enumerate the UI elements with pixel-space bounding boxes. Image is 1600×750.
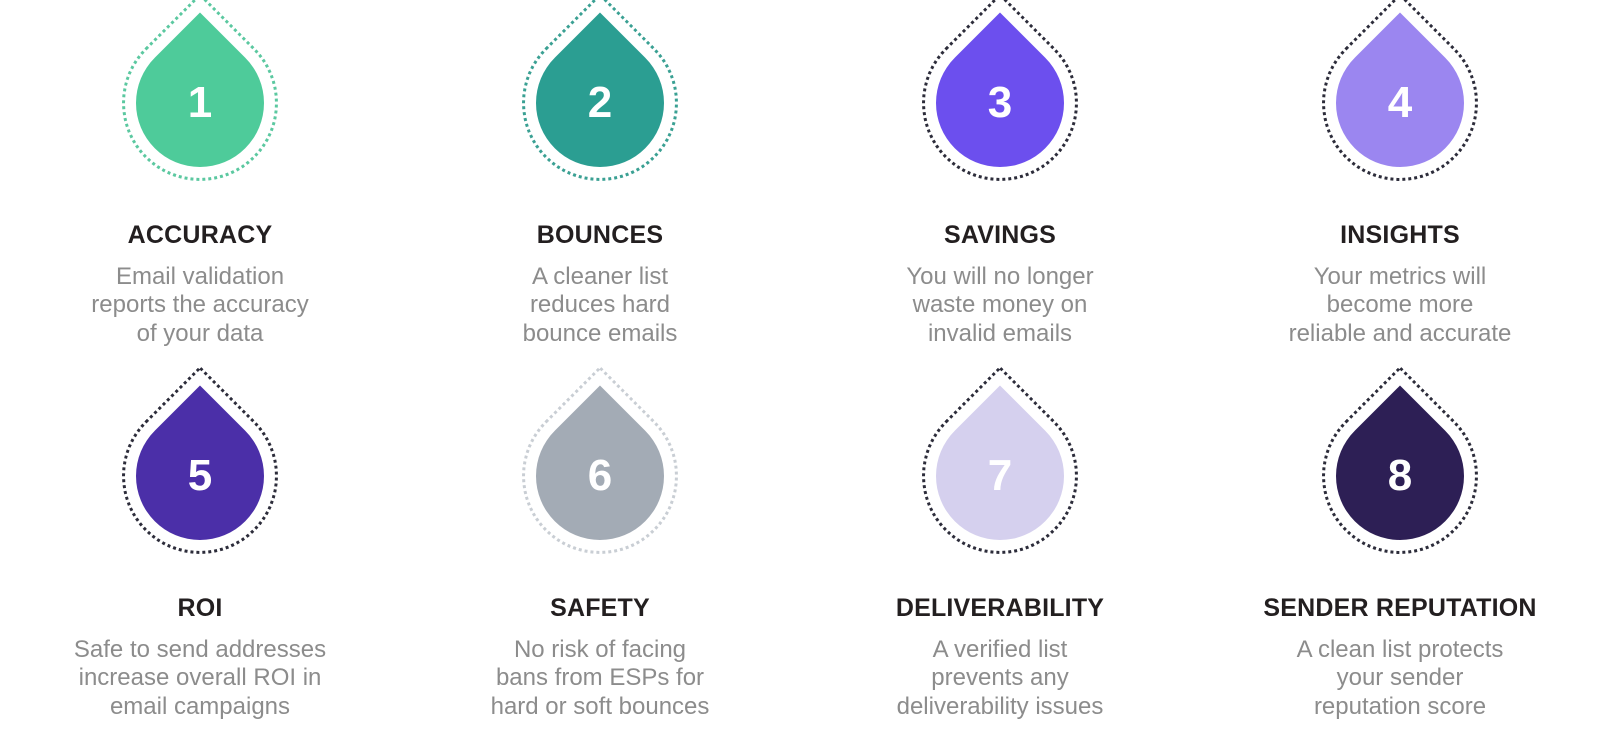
description-line: reliable and accurate <box>1288 320 1512 348</box>
benefit-title: BOUNCES <box>536 221 664 249</box>
benefit-description: Your metrics will become more reliable a… <box>1289 263 1512 349</box>
description-line: You will no longer <box>906 262 1094 290</box>
benefit-title: SENDER REPUTATION <box>1263 594 1537 622</box>
benefit-card-2[interactable]: 2 BOUNCES A cleaner list reduces hard bo… <box>400 0 800 383</box>
benefit-description: A clean list protects your sender reputa… <box>1297 636 1504 722</box>
benefit-description: A verified list prevents any deliverabil… <box>897 636 1104 722</box>
badge-number-label: 6 <box>587 451 613 500</box>
badge-1: 1 <box>89 0 311 214</box>
benefit-title: DELIVERABILITY <box>895 594 1105 622</box>
benefit-title: INSIGHTS <box>1340 221 1460 249</box>
benefit-title: ROI <box>177 594 223 622</box>
infographic-row-1: 1 ACCURACY Email validation reports the … <box>0 0 1600 383</box>
description-line: reputation score <box>1313 693 1487 721</box>
description-line: deliverability issues <box>896 693 1104 721</box>
description-line: reports the accuracy <box>91 291 309 319</box>
description-line: become more <box>1326 291 1474 319</box>
badge-8: 8 <box>1289 365 1511 587</box>
description-line: your sender <box>1336 664 1464 692</box>
badge-3: 3 <box>889 0 1111 214</box>
infographic-row-2: 5 ROI Safe to send addresses increase ov… <box>0 365 1600 748</box>
description-line: bounce emails <box>522 320 678 348</box>
badge-2: 2 <box>489 0 711 214</box>
badge-number-label: 2 <box>587 78 613 127</box>
description-line: email campaigns <box>109 693 291 721</box>
description-line: waste money on <box>912 291 1088 319</box>
badge-number-label: 3 <box>987 78 1013 127</box>
description-line: Your metrics will <box>1313 262 1487 290</box>
benefits-infographic: 1 ACCURACY Email validation reports the … <box>0 0 1600 750</box>
description-line: of your data <box>136 320 264 348</box>
benefit-title: SAFETY <box>550 594 650 622</box>
description-line: A cleaner list <box>531 262 669 290</box>
badge-5: 5 <box>89 365 311 587</box>
benefit-card-8[interactable]: 8 SENDER REPUTATION A clean list protect… <box>1200 365 1600 748</box>
badge-number-label: 8 <box>1387 451 1413 500</box>
badge-number-label: 4 <box>1387 78 1413 127</box>
badge-number-label: 1 <box>187 78 213 127</box>
badge-6: 6 <box>489 365 711 587</box>
description-line: Email validation <box>115 262 285 290</box>
benefit-card-7[interactable]: 7 DELIVERABILITY A verified list prevent… <box>800 365 1200 748</box>
description-line: reduces hard <box>529 291 671 319</box>
badge-number-label: 7 <box>987 451 1013 500</box>
description-line: increase overall ROI in <box>78 664 322 692</box>
badge-number-label: 5 <box>187 451 213 500</box>
benefit-card-3[interactable]: 3 SAVINGS You will no longer waste money… <box>800 0 1200 383</box>
benefit-title: ACCURACY <box>127 221 273 249</box>
description-line: No risk of facing <box>513 635 687 663</box>
description-line: A clean list protects <box>1296 635 1504 663</box>
benefit-card-5[interactable]: 5 ROI Safe to send addresses increase ov… <box>0 365 400 748</box>
description-line: invalid emails <box>927 320 1073 348</box>
description-line: prevents any <box>931 664 1069 692</box>
benefit-card-6[interactable]: 6 SAFETY No risk of facing bans from ESP… <box>400 365 800 748</box>
badge-4: 4 <box>1289 0 1511 214</box>
benefit-description: A cleaner list reduces hard bounce email… <box>523 263 678 349</box>
benefit-description: You will no longer waste money on invali… <box>906 263 1093 349</box>
benefit-card-4[interactable]: 4 INSIGHTS Your metrics will become more… <box>1200 0 1600 383</box>
benefit-title: SAVINGS <box>943 221 1057 249</box>
benefit-description: Safe to send addresses increase overall … <box>74 636 326 722</box>
description-line: A verified list <box>932 635 1068 663</box>
benefit-description: No risk of facing bans from ESPs for har… <box>491 636 710 722</box>
benefit-card-1[interactable]: 1 ACCURACY Email validation reports the … <box>0 0 400 383</box>
benefit-description: Email validation reports the accuracy of… <box>91 263 308 349</box>
description-line: bans from ESPs for <box>495 664 705 692</box>
description-line: Safe to send addresses <box>73 635 327 663</box>
description-line: hard or soft bounces <box>490 693 710 721</box>
badge-7: 7 <box>889 365 1111 587</box>
